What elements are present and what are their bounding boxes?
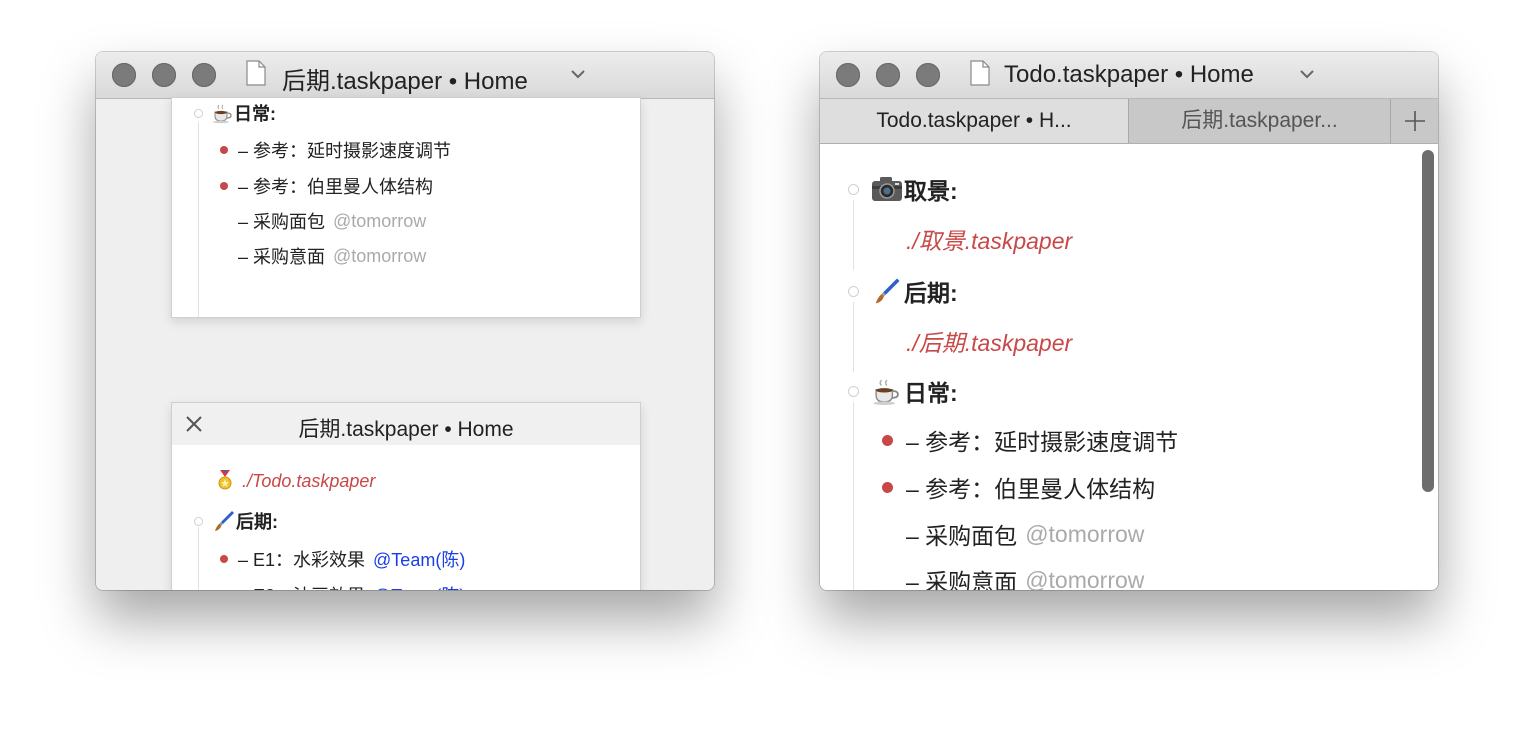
list-item[interactable]: – 采购意面 @tomorrow <box>238 244 426 268</box>
tag[interactable]: @Team(陈) <box>373 546 465 572</box>
item-text: – E1：水彩效果 <box>238 550 366 570</box>
section-title: 日常: <box>904 380 958 406</box>
close-window-button[interactable] <box>112 63 136 87</box>
section-heading[interactable]: 取景: <box>870 174 958 204</box>
item-handle[interactable] <box>848 184 859 195</box>
paintbrush-icon <box>875 278 900 304</box>
item-bullet[interactable] <box>220 182 228 190</box>
outline-guide <box>853 402 854 590</box>
section-title: 取景: <box>904 178 958 204</box>
section-title: 后期: <box>904 280 958 306</box>
item-bullet[interactable] <box>882 435 893 446</box>
list-item[interactable]: – E2：油画效果 @Team(陈) <box>238 583 465 590</box>
section-title: 后期: <box>236 512 278 532</box>
new-tab-button[interactable] <box>1391 99 1438 143</box>
camera-icon <box>872 177 902 201</box>
right-titlebar[interactable]: Todo.taskpaper • Home <box>820 52 1438 99</box>
top-editor-pane[interactable]: 日常: – 参考：延时摄影速度调节 – 参考：伯里曼人体结构 – 采购面包 @t… <box>171 97 641 318</box>
item-bullet[interactable] <box>220 146 228 154</box>
tag[interactable]: @tomorrow <box>1025 567 1144 591</box>
outline-guide <box>853 200 854 270</box>
left-titlebar[interactable]: 后期.taskpaper • Home <box>96 52 714 99</box>
right-window: Todo.taskpaper • Home Todo.taskpaper • H… <box>820 52 1438 590</box>
close-window-button[interactable] <box>836 63 860 87</box>
plus-icon <box>1404 111 1425 131</box>
list-item[interactable]: – 参考：延时摄影速度调节 <box>906 425 1178 455</box>
chevron-down-icon[interactable] <box>569 65 587 83</box>
list-item[interactable]: – 采购面包 @tomorrow <box>906 519 1144 550</box>
link-row[interactable]: ./后期.taskpaper <box>906 326 1072 356</box>
item-bullet[interactable] <box>882 482 893 493</box>
item-text: – 参考：延时摄影速度调节 <box>906 429 1179 455</box>
window-title: 后期.taskpaper • Home <box>282 68 528 95</box>
section-title: 日常: <box>234 104 276 124</box>
item-handle[interactable] <box>848 386 859 397</box>
tab-houqi[interactable]: 后期.taskpaper... <box>1129 99 1391 143</box>
item-text: – 采购意面 <box>906 569 1018 590</box>
item-bullet[interactable] <box>220 555 228 563</box>
tab-todo[interactable]: Todo.taskpaper • H... <box>820 99 1129 143</box>
pane-header: 后期.taskpaper • Home <box>172 403 640 445</box>
coffee-icon <box>873 379 899 406</box>
minimize-window-button[interactable] <box>152 63 176 87</box>
link-row[interactable]: ./Todo.taskpaper <box>214 469 375 493</box>
tag[interactable]: @Team(陈) <box>373 582 465 590</box>
pane-title: 后期.taskpaper • Home <box>298 418 514 441</box>
tag[interactable]: @tomorrow <box>333 246 426 267</box>
window-title: Todo.taskpaper • Home <box>1004 61 1254 88</box>
section-heading[interactable]: 后期: <box>870 276 958 306</box>
item-handle[interactable] <box>848 286 859 297</box>
file-link[interactable]: ./取景.taskpaper <box>906 222 1072 256</box>
tag[interactable]: @tomorrow <box>1025 521 1144 548</box>
section-heading[interactable]: 日常: <box>870 376 958 406</box>
item-text: – 采购意面 <box>238 247 326 267</box>
item-text: – 参考：延时摄影速度调节 <box>238 141 452 161</box>
outline-guide <box>198 527 199 590</box>
item-handle[interactable] <box>194 517 203 526</box>
zoom-window-button[interactable] <box>916 63 940 87</box>
file-link[interactable]: ./后期.taskpaper <box>906 324 1072 358</box>
item-text: – 采购面包 <box>906 523 1018 549</box>
list-item[interactable]: – E1：水彩效果 @Team(陈) <box>238 547 465 571</box>
item-text: – 采购面包 <box>238 212 326 232</box>
tag[interactable]: @tomorrow <box>333 211 426 232</box>
link-row[interactable]: ./取景.taskpaper <box>906 224 1072 254</box>
minimize-window-button[interactable] <box>876 63 900 87</box>
document-icon <box>970 60 990 86</box>
medal-icon <box>218 470 232 490</box>
list-item[interactable]: – 采购意面 @tomorrow <box>906 565 1144 591</box>
section-heading[interactable]: 后期: <box>212 509 278 533</box>
paintbrush-icon <box>215 511 234 531</box>
bottom-editor-pane[interactable]: 后期.taskpaper • Home ./Todo.taskpaper 后期:… <box>171 402 641 590</box>
item-text: – 参考：伯里曼人体结构 <box>238 177 434 197</box>
right-content-area[interactable]: 取景: ./取景.taskpaper 后期: ./后期.taskpaper 日常… <box>820 144 1438 590</box>
coffee-icon <box>213 104 232 124</box>
list-item[interactable]: – 参考：伯里曼人体结构 <box>238 174 433 198</box>
item-handle[interactable] <box>194 109 203 118</box>
tab-bar: Todo.taskpaper • H... 后期.taskpaper... <box>820 99 1438 144</box>
left-content-area: 日常: – 参考：延时摄影速度调节 – 参考：伯里曼人体结构 – 采购面包 @t… <box>96 97 714 590</box>
left-window: 后期.taskpaper • Home 日常: – 参考：延时摄影速度调节 – … <box>96 52 714 590</box>
outline-guide <box>198 122 199 317</box>
item-text: – E2：油画效果 <box>238 582 365 590</box>
list-item[interactable]: – 采购面包 @tomorrow <box>238 209 426 233</box>
vertical-scrollbar[interactable] <box>1422 150 1434 492</box>
list-item[interactable]: – 参考：延时摄影速度调节 <box>238 138 451 162</box>
file-link[interactable]: ./Todo.taskpaper <box>242 471 375 492</box>
zoom-window-button[interactable] <box>192 63 216 87</box>
item-text: – 参考：伯里曼人体结构 <box>906 476 1156 502</box>
chevron-down-icon[interactable] <box>1298 65 1316 83</box>
list-item[interactable]: – 参考：伯里曼人体结构 <box>906 472 1155 502</box>
outline-guide <box>853 302 854 372</box>
document-icon <box>246 60 266 86</box>
section-heading[interactable]: 日常: <box>212 101 276 125</box>
